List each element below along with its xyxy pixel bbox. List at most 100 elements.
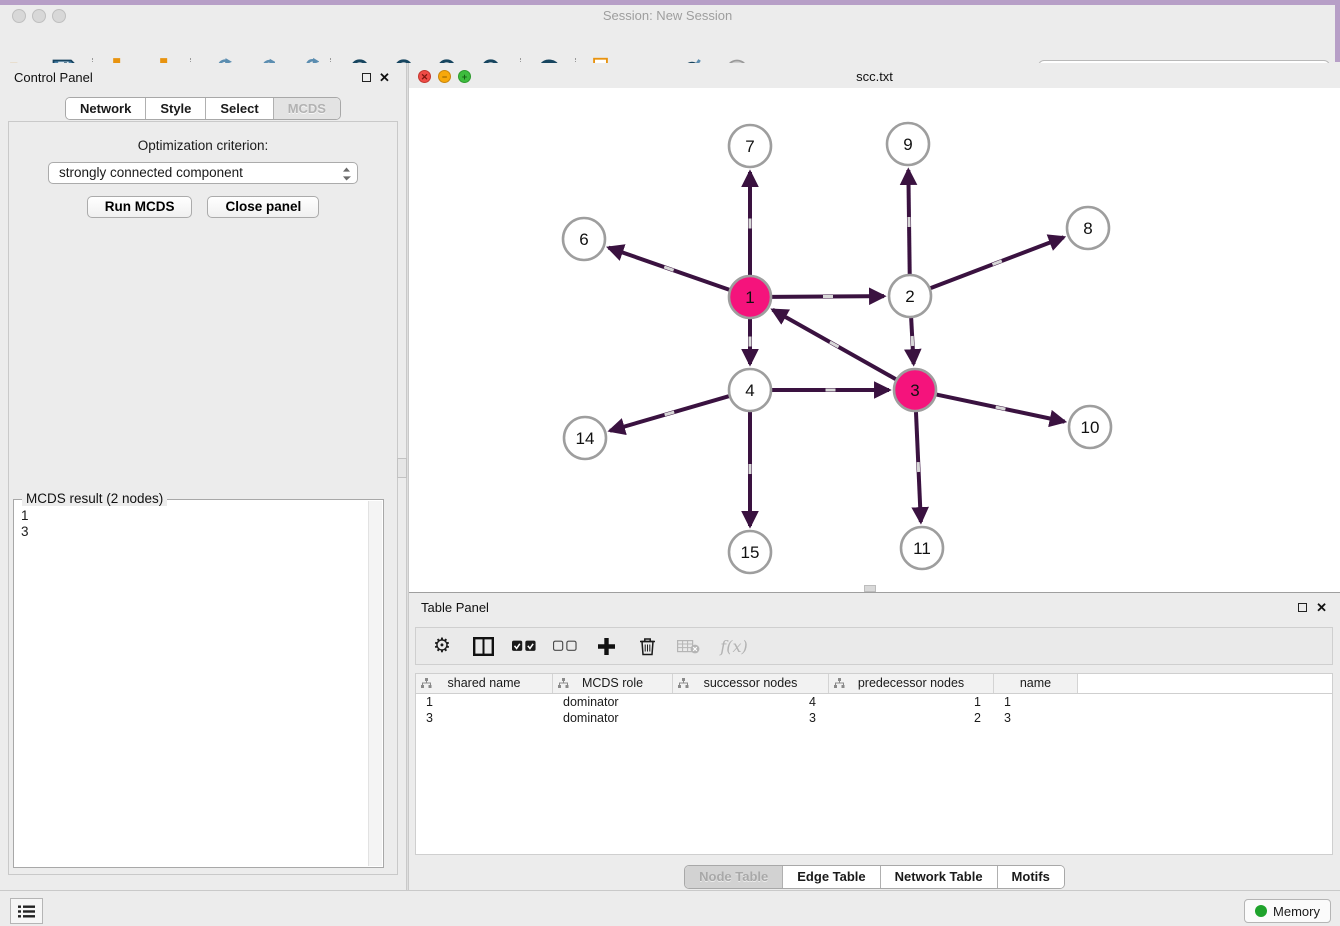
mcds-result-text[interactable]: 1 3 <box>14 502 369 867</box>
table-panel: Table Panel ✕ ⚙ <box>409 592 1340 890</box>
network-graph[interactable]: 7 9 6 8 1 2 4 3 14 10 15 11 <box>409 88 1340 592</box>
tab-motifs[interactable]: Motifs <box>998 866 1064 888</box>
edge-label <box>823 295 833 298</box>
graph-node-label: 4 <box>745 381 754 400</box>
run-mcds-button[interactable]: Run MCDS <box>87 196 193 218</box>
graph-node-label: 9 <box>903 135 912 154</box>
result-scrollbar[interactable] <box>368 501 382 866</box>
network-window-titlebar: ✕ − + scc.txt <box>409 66 1340 89</box>
status-bar: Memory <box>0 890 1340 926</box>
edge-label <box>664 266 674 272</box>
show-columns-icon[interactable] <box>471 634 495 658</box>
edge-label <box>911 336 915 346</box>
tab-network-table[interactable]: Network Table <box>881 866 998 888</box>
main-toolbar <box>0 27 1335 64</box>
criterion-select[interactable]: strongly connected component <box>48 162 358 184</box>
float-table-panel-icon[interactable] <box>1298 603 1307 612</box>
close-panel-icon[interactable]: ✕ <box>379 70 390 86</box>
graph-node-label: 2 <box>905 287 914 306</box>
mcds-panel: Optimization criterion: strongly connect… <box>8 121 398 875</box>
task-history-button[interactable] <box>10 898 43 924</box>
graph-node-label: 10 <box>1081 418 1100 437</box>
mcds-result-box: MCDS result (2 nodes) 1 3 <box>13 499 384 868</box>
memory-button[interactable]: Memory <box>1244 899 1331 923</box>
node-table: shared nameMCDS rolesuccessor nodesprede… <box>415 673 1333 855</box>
table-cell[interactable]: 3 <box>416 710 553 726</box>
graph-node-label: 11 <box>913 539 931 558</box>
edge-label <box>907 217 910 227</box>
delete-row-icon[interactable] <box>635 634 659 658</box>
right-area: ✕ − + scc.txt 7968124314101511 Table Pan… <box>409 63 1340 890</box>
horizontal-splitter-handle[interactable] <box>864 585 876 592</box>
tab-mcds[interactable]: MCDS <box>274 98 340 119</box>
edge-label <box>917 462 920 472</box>
edge-label <box>749 219 752 229</box>
network-view-title: scc.txt <box>409 66 1340 88</box>
table-cell[interactable]: dominator <box>553 710 673 726</box>
table-toolbar: ⚙ <box>415 627 1333 665</box>
graph-node-label: 1 <box>745 288 754 307</box>
table-panel-header: Table Panel ✕ <box>409 593 1340 623</box>
control-panel-header: Control Panel ✕ <box>0 63 406 93</box>
edge-label <box>992 260 1002 266</box>
select-all-icon[interactable] <box>512 634 536 658</box>
table-cell[interactable]: 1 <box>416 694 553 710</box>
control-panel-tabs: NetworkStyleSelectMCDS <box>0 97 406 120</box>
table-cell[interactable]: dominator <box>553 694 673 710</box>
tab-edge-table[interactable]: Edge Table <box>783 866 880 888</box>
optimization-label: Optimization criterion: <box>9 138 397 153</box>
table-cell[interactable]: 1 <box>994 694 1078 710</box>
function-builder-icon[interactable]: f(x) <box>717 634 751 658</box>
column-header-shared-name[interactable]: shared name <box>416 674 553 693</box>
select-chevrons-icon <box>342 166 351 182</box>
tab-network[interactable]: Network <box>66 98 146 119</box>
table-row[interactable]: 1dominator411 <box>416 694 1332 710</box>
table-settings-icon[interactable]: ⚙ <box>430 634 454 658</box>
float-panel-icon[interactable] <box>362 73 371 82</box>
table-cell[interactable]: 3 <box>673 710 829 726</box>
graph-node-label: 6 <box>579 230 588 249</box>
delete-table-icon[interactable] <box>676 634 700 658</box>
main-titlebar: Session: New Session <box>0 5 1335 28</box>
edge-label <box>826 389 836 392</box>
close-panel-button[interactable]: Close panel <box>207 196 319 218</box>
control-panel-title: Control Panel <box>14 63 93 93</box>
column-header-name[interactable]: name <box>994 674 1078 693</box>
column-header-predecessor-nodes[interactable]: predecessor nodes <box>829 674 994 693</box>
graph-node-label: 8 <box>1083 219 1092 238</box>
table-cell[interactable]: 3 <box>994 710 1078 726</box>
deselect-all-icon[interactable] <box>553 634 577 658</box>
add-row-icon[interactable] <box>594 634 618 658</box>
tab-node-table[interactable]: Node Table <box>685 866 783 888</box>
table-tabs: Node TableEdge TableNetwork TableMotifs <box>409 865 1340 889</box>
criterion-value: strongly connected component <box>59 163 243 183</box>
memory-status-icon <box>1255 905 1267 917</box>
table-row[interactable]: 3dominator323 <box>416 710 1332 726</box>
graph-node-label: 7 <box>745 137 754 156</box>
graph-node-label: 3 <box>910 381 919 400</box>
column-header-successor-nodes[interactable]: successor nodes <box>673 674 829 693</box>
table-header-row: shared nameMCDS rolesuccessor nodesprede… <box>416 674 1332 694</box>
table-cell[interactable]: 4 <box>673 694 829 710</box>
tab-select[interactable]: Select <box>206 98 273 119</box>
application-window: Session: New Session <box>0 0 1340 926</box>
table-cell[interactable]: 2 <box>829 710 994 726</box>
edge-label <box>749 464 752 474</box>
tab-style[interactable]: Style <box>146 98 206 119</box>
close-table-panel-icon[interactable]: ✕ <box>1316 600 1327 616</box>
column-header-MCDS-role[interactable]: MCDS role <box>553 674 673 693</box>
main-area: Control Panel ✕ NetworkStyleSelectMCDS O… <box>0 63 1340 890</box>
window-title: Session: New Session <box>0 5 1335 27</box>
edge-label <box>749 337 752 347</box>
vertical-splitter-handle[interactable] <box>397 458 407 478</box>
graph-node-label: 14 <box>576 429 595 448</box>
table-cell[interactable]: 1 <box>829 694 994 710</box>
task-list-icon <box>18 905 35 918</box>
background-window-strip-right <box>1335 5 1340 62</box>
table-panel-title: Table Panel <box>421 593 489 623</box>
network-window: ✕ − + scc.txt 7 9 6 8 1 2 4 3 14 10 15 11 <box>409 66 1340 592</box>
network-canvas[interactable]: 7 9 6 8 1 2 4 3 14 10 15 11 <box>409 88 1340 592</box>
control-panel: Control Panel ✕ NetworkStyleSelectMCDS O… <box>0 63 406 890</box>
memory-label: Memory <box>1273 904 1320 919</box>
graph-node-label: 15 <box>741 543 760 562</box>
